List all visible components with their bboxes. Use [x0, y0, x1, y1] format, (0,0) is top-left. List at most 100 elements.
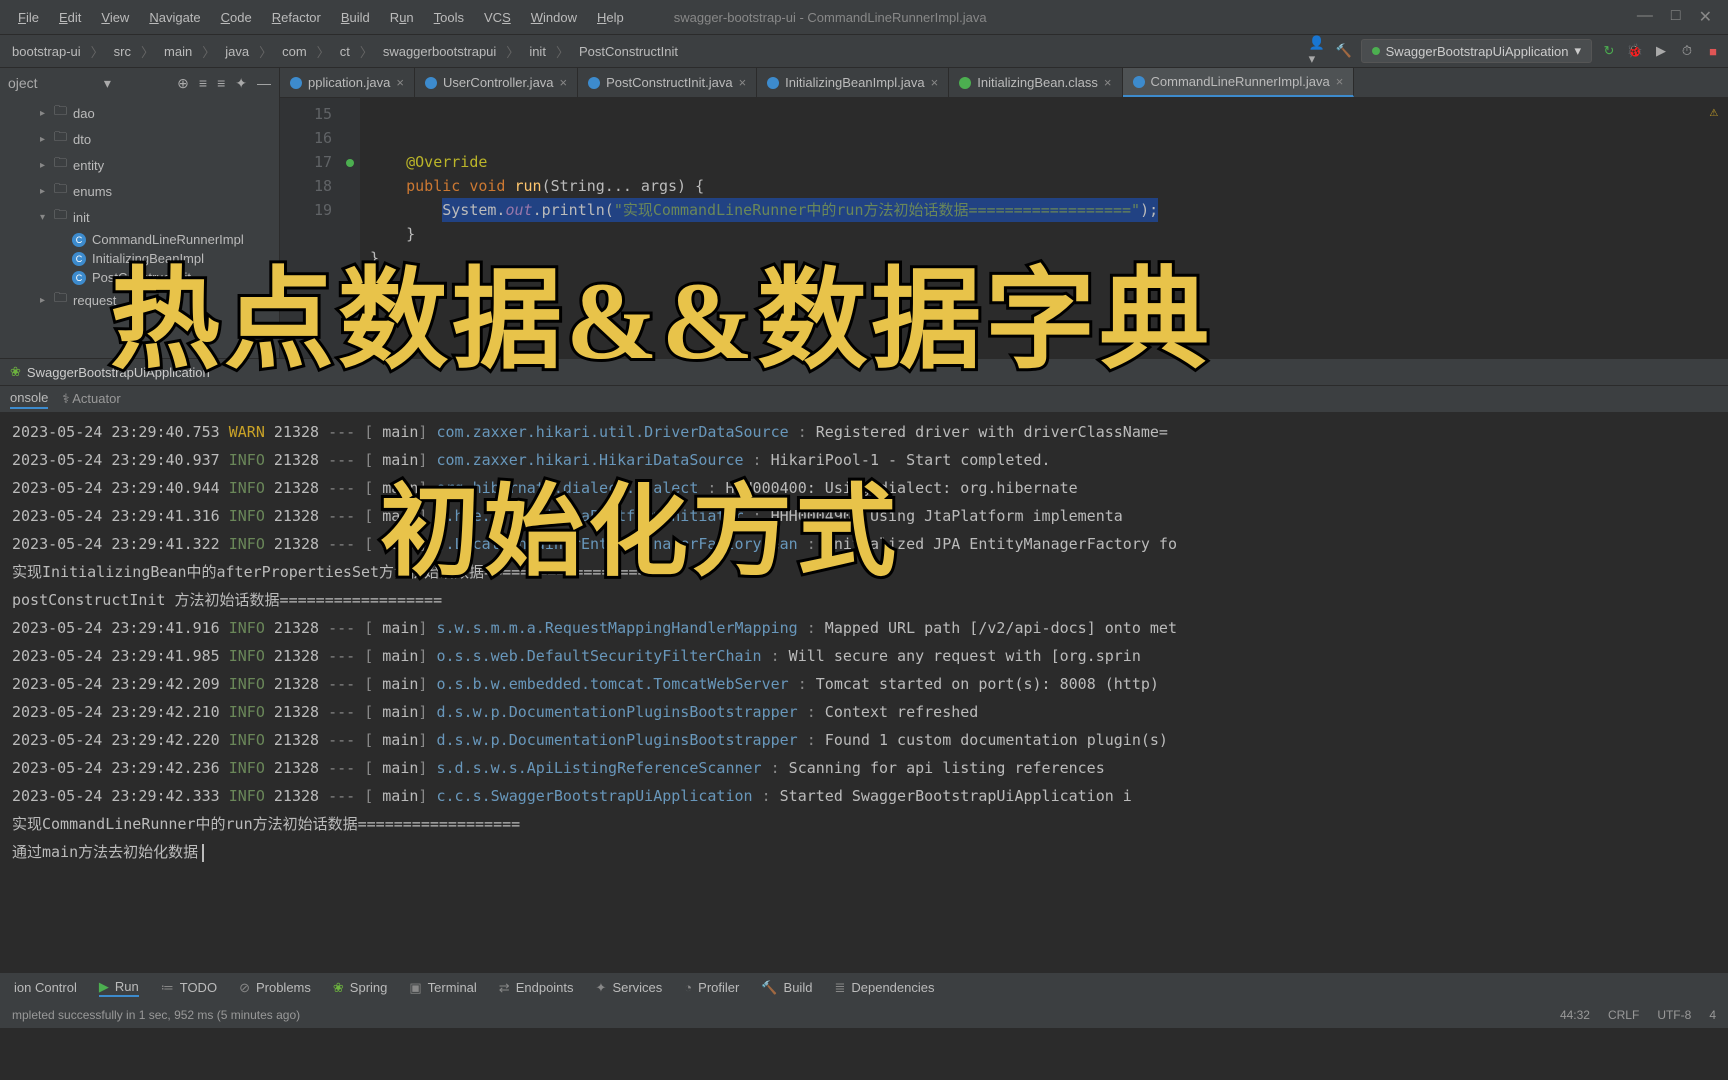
tab-build[interactable]: 🔨Build — [761, 980, 812, 996]
status-message: mpleted successfully in 1 sec, 952 ms (5… — [12, 1008, 300, 1022]
tree-item-dto[interactable]: ▸🗀dto — [0, 126, 279, 152]
user-icon[interactable]: 👤▾ — [1309, 42, 1327, 60]
log-line: 2023-05-24 23:29:40.753 WARN 21328 --- [… — [12, 418, 1716, 446]
tab-terminal[interactable]: ▣Terminal — [409, 980, 476, 996]
line-separator[interactable]: CRLF — [1608, 1008, 1639, 1022]
tree-item-entity[interactable]: ▸🗀entity — [0, 152, 279, 178]
tree-item-init[interactable]: ▾🗀init — [0, 204, 279, 230]
close-icon[interactable]: × — [1104, 75, 1112, 90]
menu-run[interactable]: Run — [380, 6, 424, 29]
tree-item-InitializingBeanImpl[interactable]: CInitializingBeanImpl — [0, 249, 279, 268]
subtab-console[interactable]: onsole — [10, 390, 48, 409]
tree-item-CommandLineRunnerImpl[interactable]: CCommandLineRunnerImpl — [0, 230, 279, 249]
breadcrumb: bootstrap-ui〉 src〉 main〉 java〉 com〉 ct〉 … — [6, 42, 684, 61]
project-label[interactable]: oject — [8, 75, 38, 91]
crumb[interactable]: init — [523, 42, 552, 61]
close-icon[interactable]: × — [1336, 74, 1344, 89]
tab-run[interactable]: ▶Run — [99, 979, 139, 997]
tree-item-enums[interactable]: ▸🗀enums — [0, 178, 279, 204]
menu-window[interactable]: Window — [521, 6, 587, 29]
tab-problems[interactable]: ⊘Problems — [239, 980, 311, 996]
editor-tab[interactable]: UserController.java× — [415, 68, 578, 97]
menu-vcs[interactable]: VCS — [474, 6, 521, 29]
project-tree[interactable]: ▸🗀dao▸🗀dto▸🗀entity▸🗀enums▾🗀initCCommandL… — [0, 98, 279, 315]
crumb[interactable]: swaggerbootstrapui — [377, 42, 502, 61]
collapse-icon[interactable]: ≡ — [217, 75, 225, 92]
tab-spring[interactable]: ❀Spring — [333, 980, 387, 996]
menu-file[interactable]: File — [8, 6, 49, 29]
maximize-icon[interactable]: □ — [1671, 7, 1681, 27]
close-icon[interactable]: ✕ — [1699, 7, 1712, 27]
tab-profiler[interactable]: ◔Profiler — [684, 980, 739, 995]
expand-icon[interactable]: ≡ — [199, 75, 207, 92]
window-controls: — □ ✕ — [1637, 7, 1720, 27]
file-encoding[interactable]: UTF-8 — [1657, 1008, 1691, 1022]
tree-item-PostConstructInit[interactable]: CPostConstructInit — [0, 268, 279, 287]
subtab-actuator[interactable]: ⚕ Actuator — [62, 391, 120, 407]
crumb[interactable]: com — [276, 42, 313, 61]
crumb[interactable]: java — [219, 42, 255, 61]
log-line: 通过main方法去初始化数据 — [12, 838, 1716, 866]
tree-item-dao[interactable]: ▸🗀dao — [0, 100, 279, 126]
warning-icon[interactable]: ⚠ — [1710, 100, 1718, 124]
profiler-icon[interactable]: ⏱ — [1678, 42, 1696, 60]
cursor-position[interactable]: 44:32 — [1560, 1008, 1590, 1022]
menu-code[interactable]: Code — [211, 6, 262, 29]
run-panel-header: ❀ SwaggerBootstrapUiApplication — [0, 358, 1728, 386]
run-panel-title[interactable]: SwaggerBootstrapUiApplication — [27, 365, 210, 380]
menu-navigate[interactable]: Navigate — [139, 6, 210, 29]
menu-tools[interactable]: Tools — [424, 6, 474, 29]
editor-tab[interactable]: PostConstructInit.java× — [578, 68, 757, 97]
class-icon — [588, 77, 600, 89]
rerun-icon[interactable]: ↻ — [1600, 42, 1618, 60]
menu-help[interactable]: Help — [587, 6, 634, 29]
close-icon[interactable]: × — [560, 75, 568, 90]
editor-tab[interactable]: pplication.java× — [280, 68, 415, 97]
bottom-toolbar: ion Control ▶Run ≔TODO ⊘Problems ❀Spring… — [0, 972, 1728, 1002]
close-icon[interactable]: × — [739, 75, 747, 90]
coverage-icon[interactable]: ▶ — [1652, 42, 1670, 60]
tree-item-request[interactable]: ▸🗀request — [0, 287, 279, 313]
tab-endpoints[interactable]: ⇄Endpoints — [499, 980, 574, 996]
editor-tab[interactable]: CommandLineRunnerImpl.java× — [1123, 68, 1355, 97]
code-editor[interactable]: 15 16 17 18 19 ⚠ @Override public void r… — [280, 98, 1728, 358]
log-line: 实现InitializingBean中的afterPropertiesSet方法… — [12, 558, 1716, 586]
chevron-down-icon[interactable]: ▾ — [104, 75, 111, 92]
hide-icon[interactable]: — — [257, 75, 271, 92]
tab-services[interactable]: ✦Services — [596, 980, 663, 996]
tab-dependencies[interactable]: ≣Dependencies — [834, 980, 934, 996]
crumb[interactable]: main — [158, 42, 198, 61]
class-icon — [290, 77, 302, 89]
log-line: 2023-05-24 23:29:42.333 INFO 21328 --- [… — [12, 782, 1716, 810]
hammer-icon[interactable]: 🔨 — [1335, 42, 1353, 60]
gear-icon[interactable]: ✦ — [235, 75, 247, 92]
stop-icon[interactable]: ■ — [1704, 42, 1722, 60]
gutter-icons — [340, 98, 360, 358]
crumb[interactable]: PostConstructInit — [573, 42, 684, 61]
tab-todo[interactable]: ≔TODO — [161, 980, 217, 996]
menu-build[interactable]: Build — [331, 6, 380, 29]
crumb[interactable]: src — [108, 42, 137, 61]
menu-edit[interactable]: Edit — [49, 6, 91, 29]
menu-refactor[interactable]: Refactor — [262, 6, 331, 29]
run-configuration-select[interactable]: SwaggerBootstrapUiApplication ▾ — [1361, 39, 1592, 63]
menubar: File Edit View Navigate Code Refactor Bu… — [0, 0, 1728, 35]
editor-tab[interactable]: InitializingBean.class× — [949, 68, 1122, 97]
debug-icon[interactable]: 🐞 — [1626, 42, 1644, 60]
tab-version-control[interactable]: ion Control — [14, 980, 77, 995]
close-icon[interactable]: × — [931, 75, 939, 90]
editor-tab[interactable]: InitializingBeanImpl.java× — [757, 68, 949, 97]
window-title: swagger-bootstrap-ui - CommandLineRunner… — [674, 10, 987, 25]
close-icon[interactable]: × — [396, 75, 404, 90]
minimize-icon[interactable]: — — [1637, 7, 1653, 27]
menu-view[interactable]: View — [91, 6, 139, 29]
crumb[interactable]: ct — [334, 42, 356, 61]
console-output[interactable]: 2023-05-24 23:29:40.753 WARN 21328 --- [… — [0, 412, 1728, 972]
class-icon — [425, 77, 437, 89]
indent-size[interactable]: 4 — [1709, 1008, 1716, 1022]
crumb[interactable]: bootstrap-ui — [6, 42, 87, 61]
override-icon[interactable] — [346, 159, 354, 167]
code-lines[interactable]: ⚠ @Override public void run(String... ar… — [360, 98, 1728, 358]
target-icon[interactable]: ⊕ — [177, 75, 189, 92]
class-icon — [767, 77, 779, 89]
